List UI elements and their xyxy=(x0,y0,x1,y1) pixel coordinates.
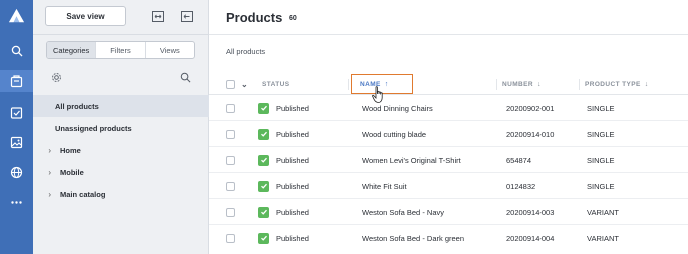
check-icon xyxy=(258,206,269,218)
name-cell[interactable]: Weston Sofa Bed - Navy xyxy=(362,199,444,225)
column-header-label: PRODUCT TYPE xyxy=(585,80,641,88)
column-header-status[interactable]: STATUS xyxy=(262,73,289,95)
search-icon[interactable] xyxy=(179,71,191,83)
sidebar-item-mobile[interactable]: › Mobile xyxy=(33,161,209,183)
sidebar-item-main-catalog[interactable]: › Main catalog xyxy=(33,183,209,205)
products-main: Products 60 All products ⌄ STATUS NAME ↑… xyxy=(209,0,688,254)
globe-icon[interactable] xyxy=(8,164,25,181)
breadcrumb: All products xyxy=(226,47,266,56)
product-count-badge: 60 xyxy=(289,15,297,22)
expand-width-icon[interactable] xyxy=(151,9,165,23)
number-cell: 0124832 xyxy=(506,181,536,191)
gear-icon[interactable] xyxy=(50,71,62,83)
status-cell: Published xyxy=(258,95,309,121)
more-icon[interactable] xyxy=(8,194,25,211)
row-checkbox[interactable] xyxy=(226,173,235,199)
column-divider[interactable] xyxy=(348,79,349,90)
type-cell: SINGLE xyxy=(587,103,615,113)
table-row[interactable]: Published Wood cutting blade 20200914-01… xyxy=(209,121,688,147)
number-cell: 20200902-001 xyxy=(506,103,555,113)
status-label: Published xyxy=(276,155,309,165)
image-icon[interactable] xyxy=(8,134,25,151)
sidebar-tabs: Categories Filters Views xyxy=(46,41,195,59)
tab-filters[interactable]: Filters xyxy=(95,42,144,58)
type-cell: VARIANT xyxy=(587,233,619,243)
status-cell: Published xyxy=(258,147,309,173)
check-icon xyxy=(258,232,269,244)
column-header-label: NUMBER xyxy=(502,80,533,88)
column-header-number[interactable]: NUMBER ↓ xyxy=(502,73,541,95)
status-label: Published xyxy=(276,103,309,113)
column-divider[interactable] xyxy=(579,79,580,90)
table-row[interactable]: Published Weston Sofa Bed - Dark green 2… xyxy=(209,225,688,251)
status-cell: Published xyxy=(258,225,309,251)
type-cell: SINGLE xyxy=(587,129,615,139)
save-view-button[interactable]: Save view xyxy=(45,6,126,26)
column-header-product-type[interactable]: PRODUCT TYPE ↓ xyxy=(585,73,649,95)
sort-down-icon: ↓ xyxy=(536,80,541,88)
tasks-icon[interactable] xyxy=(8,104,25,121)
check-icon xyxy=(258,102,269,114)
status-cell: Published xyxy=(258,173,309,199)
sidebar-item-home[interactable]: › Home xyxy=(33,139,209,161)
status-label: Published xyxy=(276,207,309,217)
row-checkbox[interactable] xyxy=(226,147,235,173)
column-divider[interactable] xyxy=(496,79,497,90)
row-checkbox[interactable] xyxy=(226,95,235,121)
type-cell: SINGLE xyxy=(587,181,615,191)
category-sidebar: Save view Categories Filters Views All p… xyxy=(33,0,209,254)
sidebar-item-label: All products xyxy=(55,101,99,111)
row-checkbox[interactable] xyxy=(226,199,235,225)
select-all-checkbox[interactable] xyxy=(226,73,235,95)
type-cell: SINGLE xyxy=(587,155,615,165)
sidebar-item-label: Unassigned products xyxy=(55,123,132,133)
name-cell[interactable]: White Fit Suit xyxy=(362,173,407,199)
table-row[interactable]: Published White Fit Suit 0124832 SINGLE xyxy=(209,173,688,199)
chevron-right-icon[interactable]: › xyxy=(33,146,55,155)
sort-down-icon: ↓ xyxy=(644,80,649,88)
table-header: ⌄ STATUS NAME ↑ NUMBER ↓ PRODUCT TYPE ↓ xyxy=(209,73,688,95)
status-label: Published xyxy=(276,129,309,139)
catalog-icon[interactable] xyxy=(0,70,33,92)
name-cell[interactable]: Women Levi's Original T-Shirt xyxy=(362,147,461,173)
sidebar-divider xyxy=(33,34,209,35)
number-cell: 654874 xyxy=(506,155,532,165)
sidebar-item-all-products[interactable]: All products xyxy=(33,95,209,117)
status-label: Published xyxy=(276,233,309,243)
row-checkbox[interactable] xyxy=(226,121,235,147)
number-cell: 20200914-010 xyxy=(506,129,555,139)
tab-views[interactable]: Views xyxy=(144,42,194,58)
number-cell: 20200914-004 xyxy=(506,233,555,243)
status-cell: Published xyxy=(258,199,309,225)
table-row[interactable]: Published Weston Sofa Bed - Navy 2020091… xyxy=(209,199,688,225)
app-rail xyxy=(0,0,33,254)
sidebar-item-unassigned-products[interactable]: Unassigned products xyxy=(33,117,209,139)
tab-categories[interactable]: Categories xyxy=(47,42,96,58)
logo-icon[interactable] xyxy=(7,7,26,26)
hand-cursor-icon xyxy=(372,86,383,103)
status-cell: Published xyxy=(258,121,309,147)
table-row[interactable]: Published Wood Dinning Chairs 20200902-0… xyxy=(209,95,688,121)
table-row[interactable]: Published Women Levi's Original T-Shirt … xyxy=(209,147,688,173)
check-icon xyxy=(258,154,269,166)
sidebar-item-label: Mobile xyxy=(60,167,84,177)
collapse-sidebar-icon[interactable] xyxy=(180,9,194,23)
header-divider xyxy=(209,34,688,35)
check-icon xyxy=(258,128,269,140)
chevron-right-icon[interactable]: › xyxy=(33,168,55,177)
name-cell[interactable]: Weston Sofa Bed - Dark green xyxy=(362,225,464,251)
check-icon xyxy=(258,180,269,192)
page-title: Products xyxy=(226,10,283,25)
sidebar-item-label: Home xyxy=(60,145,81,155)
type-cell: VARIANT xyxy=(587,207,619,217)
sidebar-item-label: Main catalog xyxy=(60,189,106,199)
chevron-right-icon[interactable]: › xyxy=(33,190,55,199)
chevron-down-icon[interactable]: ⌄ xyxy=(241,73,248,95)
row-checkbox[interactable] xyxy=(226,225,235,251)
status-label: Published xyxy=(276,181,309,191)
name-cell[interactable]: Wood cutting blade xyxy=(362,121,426,147)
number-cell: 20200914-003 xyxy=(506,207,555,217)
search-icon[interactable] xyxy=(8,42,25,59)
